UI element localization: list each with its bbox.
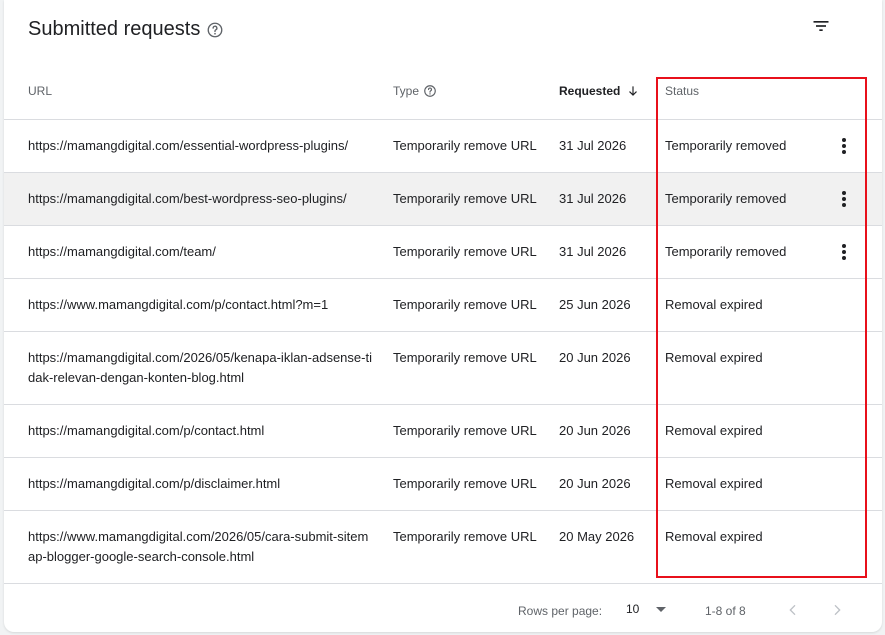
url-cell: https://mamangdigital.com/essential-word… [28,138,349,153]
chevron-left-icon [789,604,796,616]
table-row[interactable]: https://mamangdigital.com/team/ Temporar… [4,225,882,278]
footer-divider [4,583,882,584]
arrow-down-icon [626,84,640,98]
status-cell: Temporarily removed [665,244,787,259]
status-cell: Removal expired [665,529,763,544]
requested-cell: 31 Jul 2026 [559,244,627,259]
row-more-button[interactable] [830,240,858,264]
filter-button[interactable] [805,12,837,44]
type-cell: Temporarily remove URL [393,350,537,365]
table-row[interactable]: https://mamangdigital.com/2026/05/kenapa… [4,331,882,404]
caret-down-icon [655,603,667,615]
column-header-url: URL [28,84,52,98]
status-cell: Removal expired [665,476,763,491]
pagination-range: 1-8 of 8 [705,604,746,618]
table-row[interactable]: https://mamangdigital.com/p/disclaimer.h… [4,457,882,510]
type-cell: Temporarily remove URL [393,297,537,312]
column-header-status-label: Status [665,84,700,98]
url-cell: https://www.mamangdigital.com/2026/05/ca… [28,529,369,564]
requested-cell: 25 Jun 2026 [559,297,631,312]
status-cell: Temporarily removed [665,138,787,153]
more-vert-icon [842,244,846,260]
type-cell: Temporarily remove URL [393,244,537,259]
status-cell: Removal expired [665,423,763,438]
requested-cell: 31 Jul 2026 [559,138,627,153]
status-cell: Temporarily removed [665,191,787,206]
rows-per-page-value: 10 [626,602,640,616]
column-header-type-label: Type [393,84,420,98]
rows-per-page-select[interactable]: 10 [626,602,667,616]
url-cell: https://mamangdigital.com/team/ [28,244,216,259]
column-header-type: Type [393,84,437,98]
type-cell: Temporarily remove URL [393,529,537,544]
row-more-button[interactable] [830,134,858,158]
type-cell: Temporarily remove URL [393,191,537,206]
type-cell: Temporarily remove URL [393,138,537,153]
card-title-wrap: Submitted requests [28,18,224,41]
column-header-status: Status [665,84,699,98]
url-cell: https://mamangdigital.com/p/contact.html [28,423,265,438]
requested-cell: 20 Jun 2026 [559,423,631,438]
table-row[interactable]: https://www.mamangdigital.com/p/contact.… [4,278,882,331]
table-row[interactable]: https://mamangdigital.com/p/contact.html… [4,404,882,457]
filter-icon [811,16,831,41]
table-row[interactable]: https://mamangdigital.com/essential-word… [4,119,882,172]
url-cell: https://www.mamangdigital.com/p/contact.… [28,297,329,312]
submitted-requests-card: Submitted requests URL Type Requested St… [4,0,882,632]
column-header-url-label: URL [28,84,53,98]
requested-cell: 31 Jul 2026 [559,191,627,206]
requested-cell: 20 Jun 2026 [559,476,631,491]
previous-page-button[interactable] [781,598,805,622]
table-row[interactable]: https://mamangdigital.com/best-wordpress… [4,172,882,225]
status-cell: Removal expired [665,350,763,365]
chevron-right-icon [834,604,841,616]
url-cell: https://mamangdigital.com/2026/05/kenapa… [28,350,372,385]
url-cell: https://mamangdigital.com/p/disclaimer.h… [28,476,281,491]
rows-per-page-label: Rows per page: [518,604,603,618]
help-circle-icon[interactable] [423,84,437,98]
more-vert-icon [842,138,846,154]
url-cell: https://mamangdigital.com/best-wordpress… [28,191,347,206]
type-cell: Temporarily remove URL [393,476,537,491]
requested-cell: 20 May 2026 [559,529,635,544]
more-vert-icon [842,191,846,207]
type-cell: Temporarily remove URL [393,423,537,438]
help-circle-icon[interactable] [206,21,224,39]
card-title: Submitted requests [28,18,201,40]
row-more-button[interactable] [830,187,858,211]
requested-cell: 20 Jun 2026 [559,350,631,365]
column-header-requested[interactable]: Requested [559,84,640,98]
column-header-requested-label: Requested [559,84,621,98]
table-row[interactable]: https://www.mamangdigital.com/2026/05/ca… [4,510,882,583]
status-cell: Removal expired [665,297,763,312]
next-page-button[interactable] [825,598,849,622]
